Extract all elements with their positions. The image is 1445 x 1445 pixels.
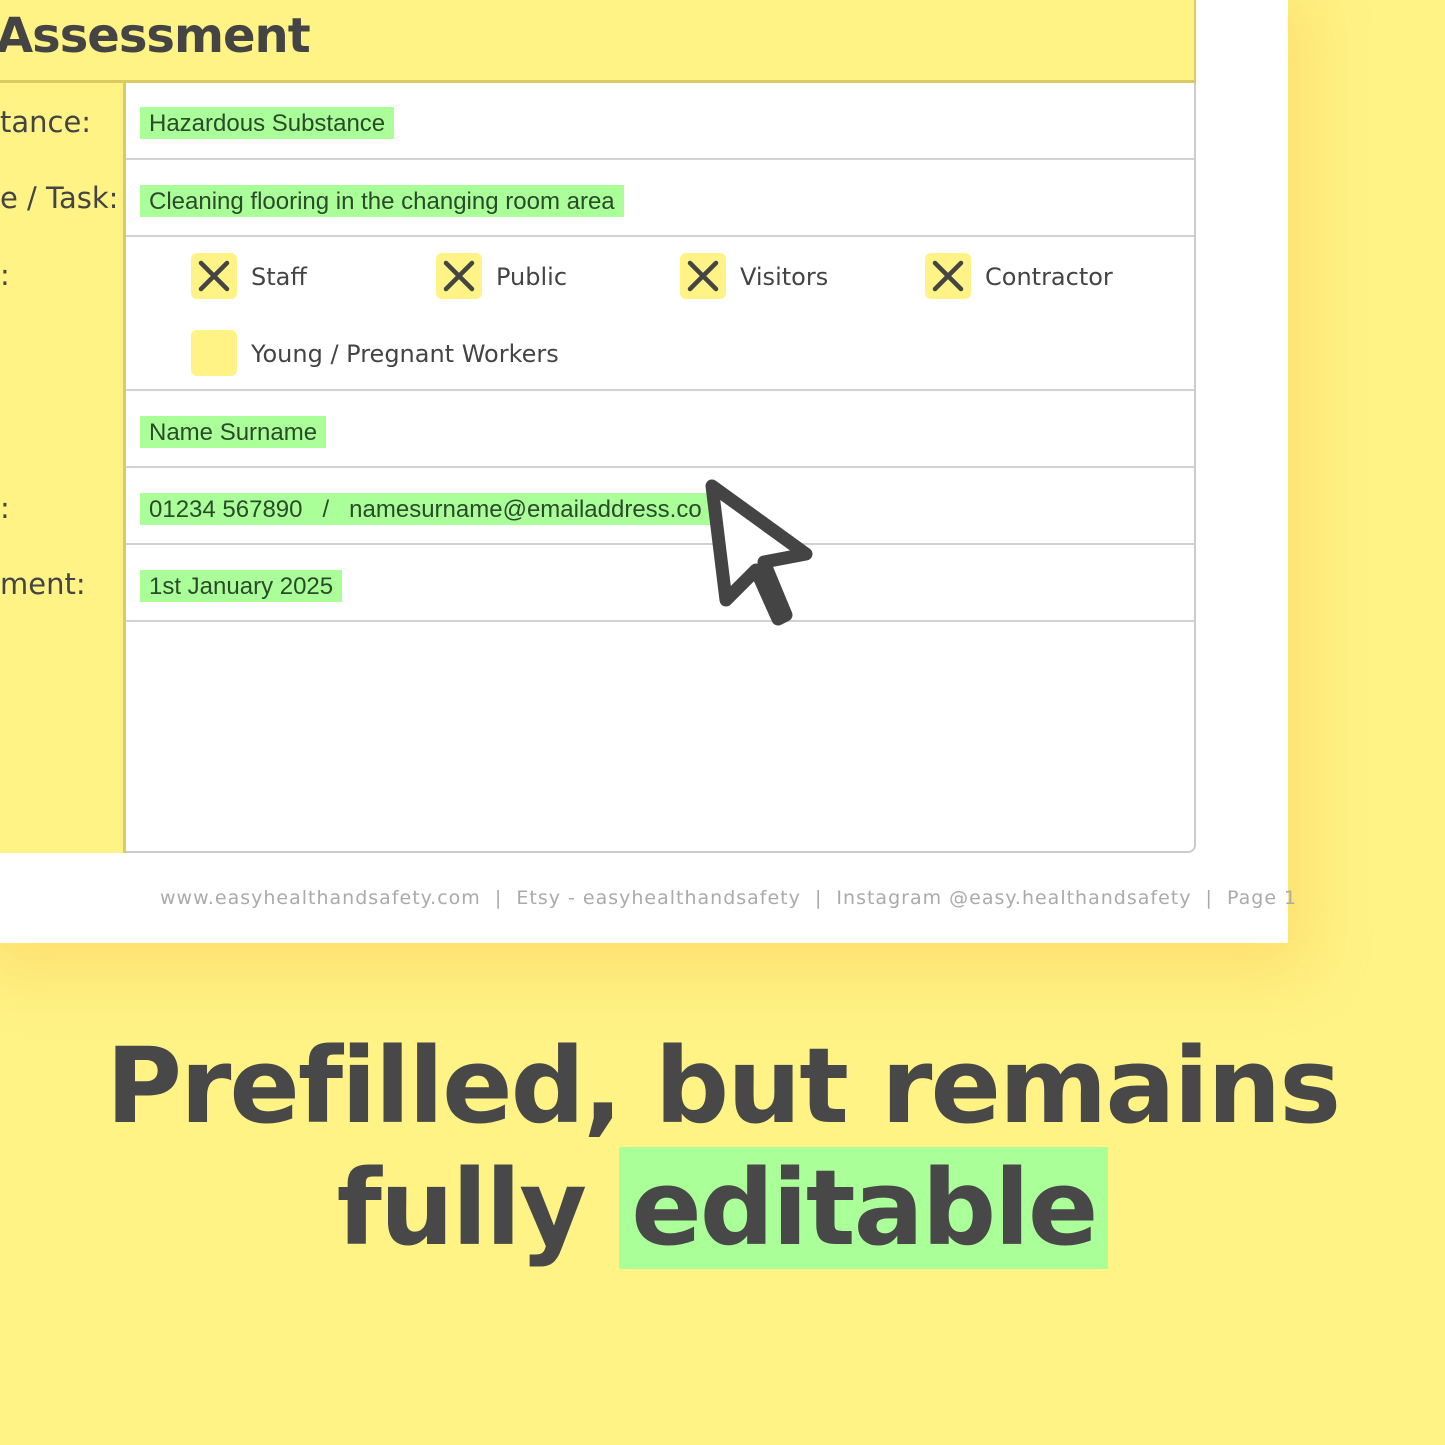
- document-footer: www.easyhealthandsafety.com | Etsy - eas…: [160, 887, 1298, 909]
- row-label: ment:: [0, 567, 86, 601]
- table-row: Staff Public Visitors Contractor Young /…: [126, 237, 1194, 391]
- row-label: e / Task:: [0, 181, 119, 215]
- checkbox-label: Staff: [251, 263, 307, 291]
- checkbox-label: Young / Pregnant Workers: [251, 340, 559, 368]
- table-row: Cleaning flooring in the changing room a…: [126, 160, 1194, 237]
- caption-plain: fully: [336, 1147, 587, 1269]
- table-row: 1st January 2025: [126, 545, 1194, 622]
- checkbox-contractor[interactable]: [925, 253, 971, 299]
- checkbox-visitors[interactable]: [680, 253, 726, 299]
- x-mark-icon: [198, 260, 230, 292]
- caption-highlight: editable: [619, 1147, 1109, 1269]
- checkbox-staff[interactable]: [191, 253, 237, 299]
- label-column: tance: e / Task: : : ment:: [0, 83, 126, 853]
- checkbox-public[interactable]: [436, 253, 482, 299]
- checkbox-label: Public: [496, 263, 568, 291]
- row-label: :: [0, 491, 10, 525]
- table-row: Hazardous Substance: [126, 83, 1194, 160]
- document-header: Assessment: [0, 0, 1196, 83]
- mouse-pointer-icon: [705, 479, 813, 626]
- row-label: :: [0, 258, 10, 292]
- x-mark-icon: [687, 260, 719, 292]
- document-page: Assessment tance: e / Task: : : ment: Ha…: [0, 0, 1296, 943]
- caption-line-2: fully editable: [0, 1147, 1445, 1269]
- x-mark-icon: [932, 260, 964, 292]
- row-label: tance:: [0, 105, 92, 139]
- date-field[interactable]: 1st January 2025: [140, 570, 343, 602]
- checkbox-young-pregnant[interactable]: [191, 330, 237, 376]
- checkbox-label: Visitors: [740, 263, 829, 291]
- checkbox-label: Contractor: [985, 263, 1113, 291]
- task-field[interactable]: Cleaning flooring in the changing room a…: [140, 185, 624, 217]
- table-row: 01234 567890 / namesurname@emailaddress.…: [126, 468, 1194, 545]
- x-mark-icon: [443, 260, 475, 292]
- substance-field[interactable]: Hazardous Substance: [140, 107, 395, 139]
- name-field[interactable]: Name Surname: [140, 416, 327, 448]
- table-row: Name Surname: [126, 391, 1194, 468]
- caption: Prefilled, but remains fully editable: [0, 1025, 1445, 1269]
- form-table: Hazardous Substance Cleaning flooring in…: [126, 83, 1196, 853]
- document-title: Assessment: [0, 8, 311, 64]
- caption-line-1: Prefilled, but remains: [105, 1025, 1341, 1147]
- contact-field[interactable]: 01234 567890 / namesurname@emailaddress.…: [140, 493, 711, 525]
